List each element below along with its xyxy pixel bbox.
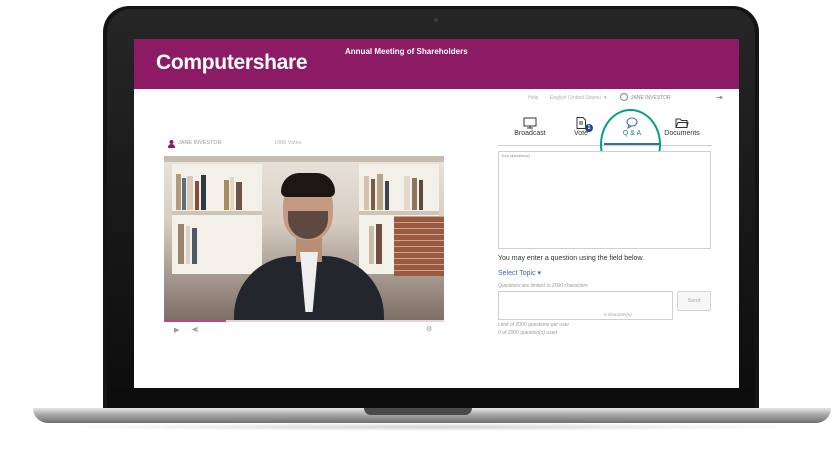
character-counter: 0 character(s)	[604, 312, 632, 317]
vote-badge: 1	[585, 124, 593, 132]
app-screen: Computershare Annual Meeting of Sharehol…	[134, 39, 739, 388]
gear-icon[interactable]: ⚙	[426, 325, 432, 333]
tab-documents[interactable]: Documents	[658, 117, 706, 137]
user-icon	[168, 140, 175, 148]
video-progress-fill	[164, 320, 226, 322]
play-icon[interactable]: ▶	[174, 326, 179, 334]
laptop-shadow	[60, 423, 800, 431]
broadcast-video[interactable]	[164, 156, 444, 320]
help-link[interactable]: Help	[528, 95, 538, 101]
laptop-hinge-notch	[364, 408, 472, 415]
logout-icon[interactable]: ⇥	[716, 93, 723, 102]
tab-label: Broadcast	[514, 130, 546, 137]
user-icon	[620, 93, 628, 101]
questions-used: 0 of 2000 question(s) used	[498, 330, 558, 336]
question-input[interactable]	[498, 291, 673, 320]
send-button[interactable]: Send	[677, 291, 711, 311]
volume-icon[interactable]: ◀)	[192, 326, 199, 333]
qa-instructions: You may enter a question using the field…	[498, 255, 645, 262]
computershare-logo: Computershare	[156, 51, 308, 74]
vote-count: 1086 Votes	[274, 140, 302, 146]
laptop-camera	[434, 18, 438, 22]
language-select[interactable]: English (United States)	[550, 95, 601, 101]
meeting-title: Annual Meeting of Shareholders	[345, 47, 468, 56]
tab-vote[interactable]: Vote	[557, 117, 605, 137]
character-limit-note: Questions are limited to 2000 characters	[498, 283, 588, 289]
tab-label: Documents	[664, 130, 700, 137]
folder-icon	[675, 118, 689, 128]
account-user-name[interactable]: JANE INVESTOR	[631, 95, 671, 101]
questions-display[interactable]	[498, 151, 711, 249]
chevron-down-icon[interactable]: ▾	[604, 95, 607, 101]
questions-label: Your question(s)	[501, 153, 530, 158]
attendee-name: JANE INVESTOR	[178, 140, 222, 146]
select-topic-dropdown[interactable]: Select Topic ▾	[498, 269, 541, 277]
monitor-icon	[523, 117, 537, 129]
tab-broadcast[interactable]: Broadcast	[506, 117, 554, 137]
per-user-limit: Limit of 2000 questions per user	[498, 322, 570, 328]
